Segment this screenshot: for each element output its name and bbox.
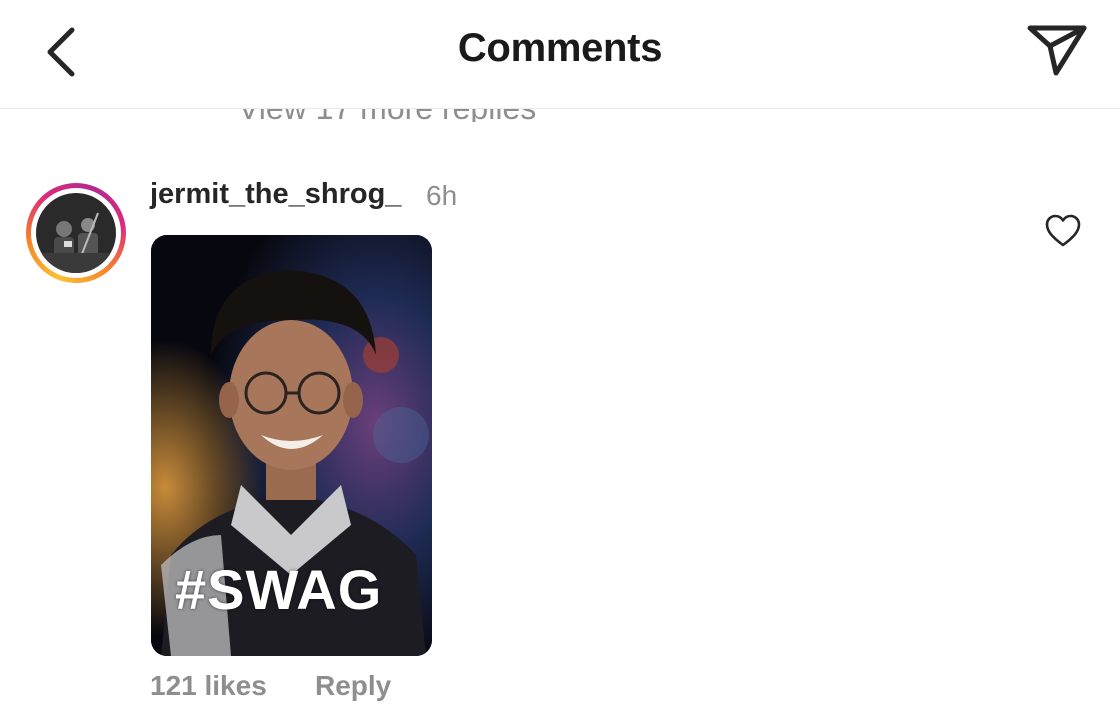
- comments-header: Comments: [0, 0, 1120, 109]
- reply-button[interactable]: Reply: [315, 670, 391, 702]
- comment-image[interactable]: #SWAG: [151, 235, 432, 656]
- avatar[interactable]: [26, 183, 126, 283]
- page-title: Comments: [457, 26, 663, 70]
- likes-count[interactable]: 121 likes: [150, 670, 267, 702]
- heart-outline-icon: [1045, 214, 1081, 247]
- image-caption: #SWAG: [175, 558, 383, 621]
- avatar-photo: [36, 193, 116, 273]
- like-button[interactable]: [1044, 213, 1082, 249]
- comment-timestamp: 6h: [426, 180, 458, 211]
- paper-plane-icon: [1027, 25, 1087, 76]
- share-button[interactable]: [1022, 18, 1092, 80]
- comment-username[interactable]: jermit_the_shrog_: [150, 178, 401, 211]
